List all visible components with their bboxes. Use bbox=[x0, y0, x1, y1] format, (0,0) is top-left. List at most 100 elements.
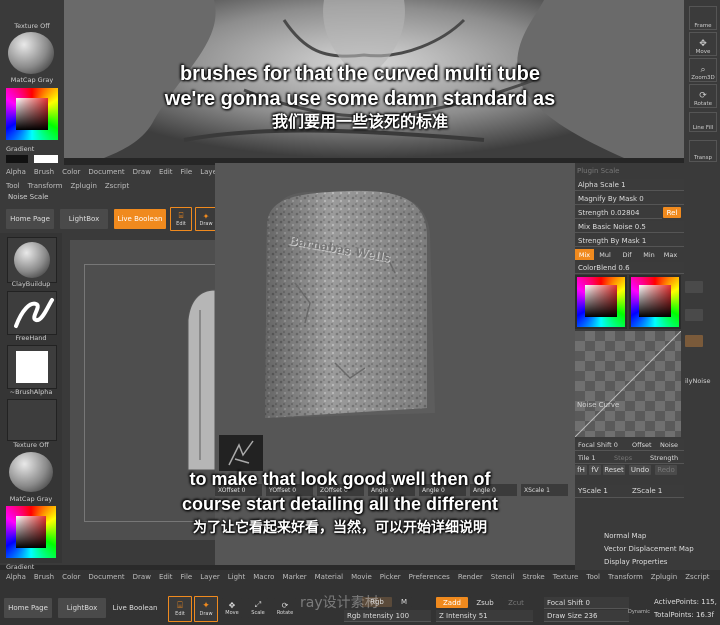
rotate-button[interactable]: ⟳ Rotate bbox=[689, 84, 717, 108]
steps-slider[interactable]: Steps bbox=[611, 452, 648, 464]
z-intensity-slider[interactable]: Z Intensity 51 bbox=[436, 610, 533, 622]
lightbox-button[interactable]: LightBox bbox=[60, 209, 108, 229]
dynamic-toggle[interactable]: Dynamic bbox=[628, 609, 650, 615]
mix-basic-noise-slider[interactable]: Mix Basic Noise 0.5 bbox=[575, 221, 684, 233]
mid-menu-zplugin[interactable]: Zplugin bbox=[70, 182, 96, 190]
tile-slider[interactable]: Tile 1 bbox=[575, 452, 612, 464]
menu-color[interactable]: Color bbox=[62, 573, 80, 581]
menu-transform[interactable]: Transform bbox=[608, 573, 643, 581]
focal-shift-main-slider[interactable]: Focal Shift 0 bbox=[544, 597, 629, 609]
reset-button[interactable]: Reset bbox=[603, 465, 625, 475]
bottom-move-button[interactable]: ✥ Move bbox=[222, 598, 242, 618]
menu-zplugin[interactable]: Zplugin bbox=[651, 573, 677, 581]
fh-button[interactable]: fH bbox=[575, 465, 587, 475]
focal-shift-slider[interactable]: Focal Shift 0 bbox=[575, 439, 630, 451]
menu-stencil[interactable]: Stencil bbox=[491, 573, 515, 581]
menu-tool[interactable]: Tool bbox=[586, 573, 600, 581]
mid-menu-tool[interactable]: Tool bbox=[6, 182, 20, 190]
edit-button[interactable]: ⌸ Edit bbox=[170, 207, 192, 231]
menu-movie[interactable]: Movie bbox=[351, 573, 372, 581]
gradient-white-swatch[interactable] bbox=[34, 155, 58, 163]
mid-menu-transform[interactable]: Transform bbox=[28, 182, 63, 190]
move-button[interactable]: ✥ Move bbox=[689, 32, 717, 56]
transp-button[interactable]: Transp bbox=[689, 140, 717, 162]
tab-min[interactable]: Min bbox=[638, 249, 660, 260]
magnify-by-mask-slider[interactable]: Magnify By Mask 0 bbox=[575, 193, 684, 205]
mid-menu-draw[interactable]: Draw bbox=[133, 168, 151, 176]
linefill-button[interactable]: Line Fill bbox=[689, 112, 717, 132]
bottom-home-page-button[interactable]: Home Page bbox=[4, 598, 52, 618]
live-boolean-button[interactable]: Live Boolean bbox=[114, 209, 166, 229]
yscale-slider[interactable]: YScale 1 bbox=[575, 485, 630, 498]
offset-slider[interactable]: Offset bbox=[629, 439, 658, 451]
frame-button[interactable]: Frame bbox=[689, 6, 717, 30]
menu-marker[interactable]: Marker bbox=[282, 573, 306, 581]
gradient-black-swatch[interactable] bbox=[6, 155, 28, 163]
zadd-button[interactable]: Zadd bbox=[436, 597, 468, 608]
bottom-live-boolean-button[interactable]: Live Boolean bbox=[110, 598, 160, 618]
freehand-thumb[interactable] bbox=[7, 291, 57, 335]
color-picker-square-2[interactable] bbox=[16, 516, 46, 548]
display-properties-item[interactable]: Display Properties bbox=[604, 558, 667, 566]
menu-material[interactable]: Material bbox=[315, 573, 343, 581]
menu-brush[interactable]: Brush bbox=[34, 573, 54, 581]
zcut-button[interactable]: Zcut bbox=[502, 597, 530, 608]
menu-light[interactable]: Light bbox=[228, 573, 245, 581]
zscale-slider[interactable]: ZScale 1 bbox=[629, 485, 684, 498]
strength2-slider[interactable]: Strength bbox=[647, 452, 684, 464]
tab-max[interactable]: Max bbox=[660, 249, 681, 260]
strip-button-2[interactable] bbox=[685, 309, 703, 321]
bottom-draw-button[interactable]: ✦ Draw bbox=[194, 596, 218, 622]
draw-button[interactable]: ✦ Draw bbox=[195, 207, 217, 231]
bottom-lightbox-button[interactable]: LightBox bbox=[58, 598, 106, 618]
zoom3d-button[interactable]: ⌕ Zoom3D bbox=[689, 58, 717, 82]
home-page-button[interactable]: Home Page bbox=[6, 209, 54, 229]
noise-color-2[interactable] bbox=[629, 275, 681, 329]
strip-button-3[interactable] bbox=[685, 335, 703, 347]
mid-menu-alpha[interactable]: Alpha bbox=[6, 168, 26, 176]
alpha-scale-slider[interactable]: Alpha Scale 1 bbox=[575, 179, 684, 191]
menu-document[interactable]: Document bbox=[88, 573, 124, 581]
mid-menu-zscript[interactable]: Zscript bbox=[105, 182, 129, 190]
claybuildup-thumb[interactable] bbox=[7, 237, 57, 283]
strip-button-1[interactable] bbox=[685, 281, 703, 293]
vector-displacement-map-item[interactable]: Vector Displacement Map bbox=[604, 545, 694, 553]
noise-curve-graph[interactable] bbox=[574, 330, 682, 438]
color-blend-slider[interactable]: ColorBlend 0.6 bbox=[575, 262, 684, 274]
menu-macro[interactable]: Macro bbox=[253, 573, 274, 581]
m-button[interactable]: M bbox=[396, 597, 412, 607]
noise-color-1[interactable] bbox=[575, 275, 627, 329]
menu-draw[interactable]: Draw bbox=[133, 573, 151, 581]
strength-by-mask-slider[interactable]: Strength By Mask 1 bbox=[575, 235, 684, 247]
matcap-sphere-2[interactable] bbox=[9, 452, 53, 492]
bottom-rotate-button[interactable]: ⟳ Rotate bbox=[274, 598, 296, 618]
mid-menu-edit[interactable]: Edit bbox=[159, 168, 173, 176]
undo-button[interactable]: Undo bbox=[629, 465, 651, 475]
strength-slider[interactable]: Strength 0.02804 bbox=[575, 207, 662, 219]
menu-alpha[interactable]: Alpha bbox=[6, 573, 26, 581]
menu-stroke[interactable]: Stroke bbox=[522, 573, 544, 581]
menu-file[interactable]: File bbox=[181, 573, 193, 581]
mid-menu-color[interactable]: Color bbox=[62, 168, 80, 176]
bottom-edit-button[interactable]: ⌸ Edit bbox=[168, 596, 192, 622]
mid-menu-file[interactable]: File bbox=[181, 168, 193, 176]
menu-texture[interactable]: Texture bbox=[553, 573, 579, 581]
menu-preferences[interactable]: Preferences bbox=[409, 573, 450, 581]
rel-button[interactable]: Rel bbox=[663, 207, 681, 218]
menu-render[interactable]: Render bbox=[458, 573, 483, 581]
mid-menu-brush[interactable]: Brush bbox=[34, 168, 54, 176]
menu-picker[interactable]: Picker bbox=[380, 573, 401, 581]
tab-mix[interactable]: Mix bbox=[575, 249, 594, 260]
fv-button[interactable]: fV bbox=[589, 465, 601, 475]
tab-mul[interactable]: Mul bbox=[594, 249, 616, 260]
draw-size-slider[interactable]: Draw Size 236 bbox=[544, 610, 629, 622]
menu-zscript[interactable]: Zscript bbox=[685, 573, 709, 581]
color-picker-square[interactable] bbox=[16, 98, 48, 130]
menu-layer[interactable]: Layer bbox=[200, 573, 220, 581]
mid-menu-document[interactable]: Document bbox=[88, 168, 124, 176]
brushalpha-thumb[interactable] bbox=[7, 345, 57, 389]
bottom-scale-button[interactable]: ⤢ Scale bbox=[248, 598, 268, 618]
texture-thumb[interactable] bbox=[7, 399, 57, 441]
redo-button[interactable]: Redo bbox=[655, 465, 677, 475]
tab-dif[interactable]: Dif bbox=[616, 249, 638, 260]
